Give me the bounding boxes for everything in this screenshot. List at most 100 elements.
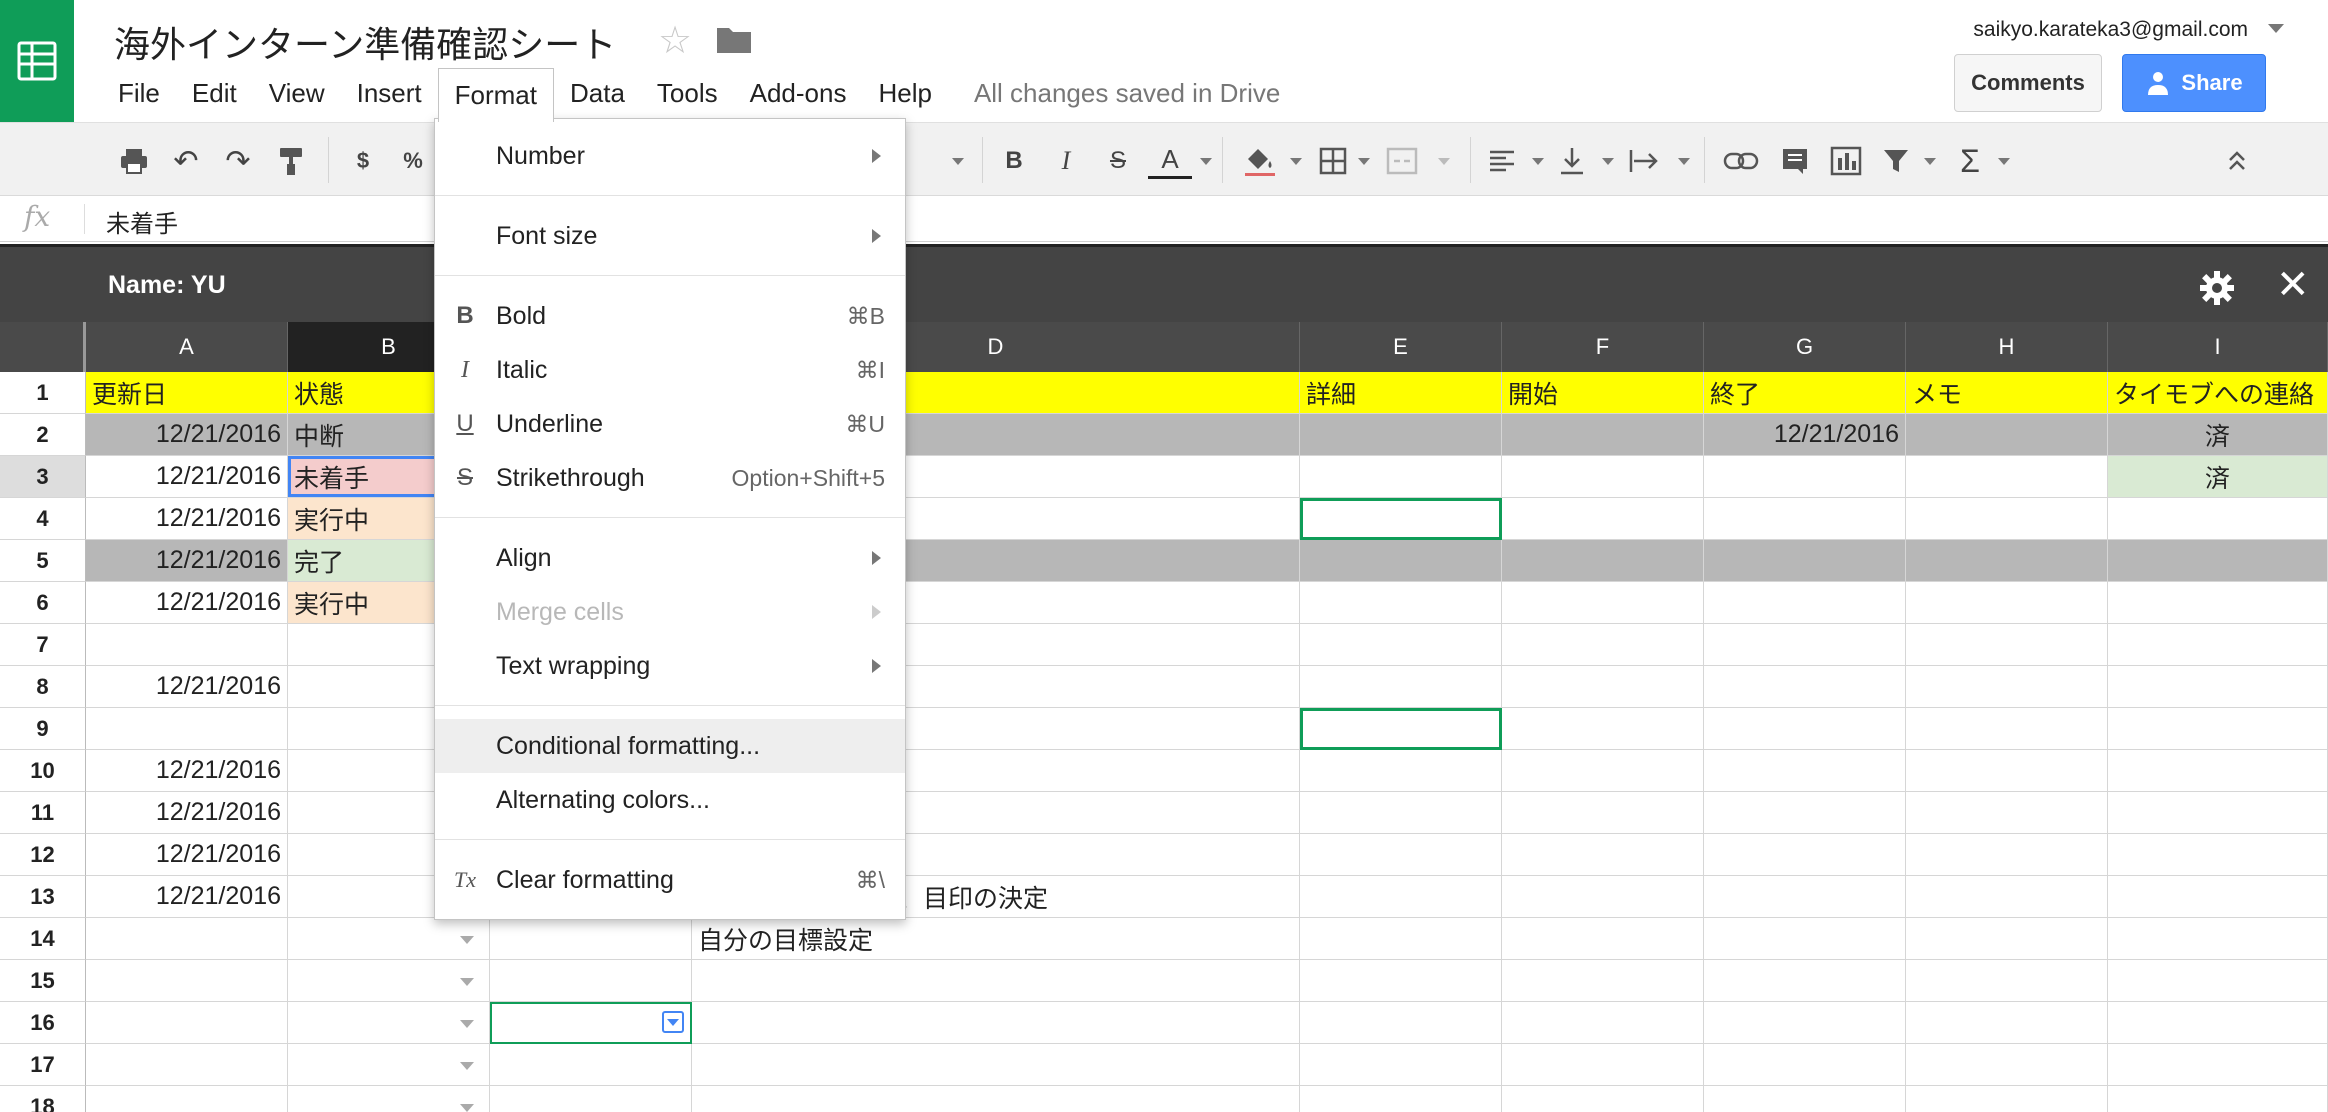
cell-f18[interactable] bbox=[1502, 1086, 1704, 1112]
link-icon[interactable] bbox=[1722, 143, 1760, 179]
cell-a17[interactable] bbox=[86, 1044, 288, 1086]
cell-h1[interactable]: メモ bbox=[1906, 372, 2108, 414]
cell-f13[interactable] bbox=[1502, 876, 1704, 918]
cell-g3[interactable] bbox=[1704, 456, 1906, 498]
share-button[interactable]: Share bbox=[2122, 54, 2266, 112]
valign-icon[interactable] bbox=[1556, 143, 1588, 179]
menu-item-bold[interactable]: B Bold ⌘B bbox=[435, 289, 905, 343]
cell-i13[interactable] bbox=[2108, 876, 2328, 918]
cell-a15[interactable] bbox=[86, 960, 288, 1002]
strikethrough-button[interactable]: S bbox=[1102, 143, 1134, 179]
cell-d14[interactable]: 自分の目標設定 bbox=[692, 918, 1300, 960]
comment-icon[interactable] bbox=[1778, 143, 1812, 179]
menu-view[interactable]: View bbox=[253, 68, 341, 118]
cell-e8[interactable] bbox=[1300, 666, 1502, 708]
cell-h15[interactable] bbox=[1906, 960, 2108, 1002]
row-header[interactable]: 9 bbox=[0, 708, 86, 750]
column-header-f[interactable]: F bbox=[1502, 322, 1704, 372]
row-header[interactable]: 1 bbox=[0, 372, 86, 414]
cell-a8[interactable]: 12/21/2016 bbox=[86, 666, 288, 708]
cell-i16[interactable] bbox=[2108, 1002, 2328, 1044]
menu-file[interactable]: File bbox=[102, 68, 176, 118]
cell-a16[interactable] bbox=[86, 1002, 288, 1044]
cell-f8[interactable] bbox=[1502, 666, 1704, 708]
document-title[interactable]: 海外インターン準備確認シート bbox=[114, 16, 616, 68]
row-header[interactable]: 12 bbox=[0, 834, 86, 876]
cell-a13[interactable]: 12/21/2016 bbox=[86, 876, 288, 918]
cell-g12[interactable] bbox=[1704, 834, 1906, 876]
cell-e6[interactable] bbox=[1300, 582, 1502, 624]
cell-f16[interactable] bbox=[1502, 1002, 1704, 1044]
cell-a5[interactable]: 12/21/2016 bbox=[86, 540, 288, 582]
align-caret-icon[interactable] bbox=[1526, 143, 1544, 179]
formula-input[interactable]: 未着手 bbox=[106, 204, 178, 239]
cell-i1[interactable]: タイモブへの連絡 bbox=[2108, 372, 2328, 414]
menu-item-alternating-colors[interactable]: Alternating colors... bbox=[435, 773, 905, 827]
percent-button[interactable]: % bbox=[398, 143, 428, 179]
cell-h10[interactable] bbox=[1906, 750, 2108, 792]
cell-g5[interactable] bbox=[1704, 540, 1906, 582]
cell-e2[interactable] bbox=[1300, 414, 1502, 456]
cell-f6[interactable] bbox=[1502, 582, 1704, 624]
font-size-caret-icon[interactable] bbox=[944, 143, 964, 179]
cell-h8[interactable] bbox=[1906, 666, 2108, 708]
cell-h4[interactable] bbox=[1906, 498, 2108, 540]
cell-g6[interactable] bbox=[1704, 582, 1906, 624]
borders-caret-icon[interactable] bbox=[1352, 143, 1370, 179]
functions-icon[interactable]: Σ bbox=[1954, 143, 1986, 179]
menu-item-clear-formatting[interactable]: Tx Clear formatting ⌘\ bbox=[435, 853, 905, 907]
cell-d17[interactable] bbox=[692, 1044, 1300, 1086]
cell-g17[interactable] bbox=[1704, 1044, 1906, 1086]
cell-c14[interactable] bbox=[490, 918, 692, 960]
menu-insert[interactable]: Insert bbox=[341, 68, 438, 118]
text-color-caret-icon[interactable] bbox=[1194, 143, 1212, 179]
row-header[interactable]: 4 bbox=[0, 498, 86, 540]
cell-h13[interactable] bbox=[1906, 876, 2108, 918]
cell-a11[interactable]: 12/21/2016 bbox=[86, 792, 288, 834]
row-header[interactable]: 15 bbox=[0, 960, 86, 1002]
save-status[interactable]: All changes saved in Drive bbox=[974, 78, 1280, 109]
cell-f10[interactable] bbox=[1502, 750, 1704, 792]
cell-d16[interactable] bbox=[692, 1002, 1300, 1044]
cell-h9[interactable] bbox=[1906, 708, 2108, 750]
cell-e14[interactable] bbox=[1300, 918, 1502, 960]
cell-e12[interactable] bbox=[1300, 834, 1502, 876]
row-header[interactable]: 13 bbox=[0, 876, 86, 918]
cell-f7[interactable] bbox=[1502, 624, 1704, 666]
cell-f11[interactable] bbox=[1502, 792, 1704, 834]
cell-f17[interactable] bbox=[1502, 1044, 1704, 1086]
cell-f2[interactable] bbox=[1502, 414, 1704, 456]
fill-caret-icon[interactable] bbox=[1284, 143, 1302, 179]
column-header-i[interactable]: I bbox=[2108, 322, 2328, 372]
sheets-logo-icon[interactable] bbox=[0, 0, 74, 122]
cell-a12[interactable]: 12/21/2016 bbox=[86, 834, 288, 876]
cell-h17[interactable] bbox=[1906, 1044, 2108, 1086]
cell-i5[interactable] bbox=[2108, 540, 2328, 582]
row-header[interactable]: 7 bbox=[0, 624, 86, 666]
borders-icon[interactable] bbox=[1316, 143, 1350, 179]
close-icon[interactable]: ✕ bbox=[2276, 265, 2310, 305]
cell-h11[interactable] bbox=[1906, 792, 2108, 834]
cell-g4[interactable] bbox=[1704, 498, 1906, 540]
cell-d18[interactable] bbox=[692, 1086, 1300, 1112]
cell-e18[interactable] bbox=[1300, 1086, 1502, 1112]
cell-a2[interactable]: 12/21/2016 bbox=[86, 414, 288, 456]
cell-f4[interactable] bbox=[1502, 498, 1704, 540]
align-icon[interactable] bbox=[1486, 143, 1518, 179]
cell-f15[interactable] bbox=[1502, 960, 1704, 1002]
cell-f1[interactable]: 開始 bbox=[1502, 372, 1704, 414]
row-header[interactable]: 10 bbox=[0, 750, 86, 792]
cell-g9[interactable] bbox=[1704, 708, 1906, 750]
menu-format[interactable]: Format bbox=[437, 68, 554, 122]
row-header[interactable]: 11 bbox=[0, 792, 86, 834]
cell-i18[interactable] bbox=[2108, 1086, 2328, 1112]
cell-g7[interactable] bbox=[1704, 624, 1906, 666]
cell-i12[interactable] bbox=[2108, 834, 2328, 876]
cell-i7[interactable] bbox=[2108, 624, 2328, 666]
paint-format-icon[interactable] bbox=[274, 143, 310, 179]
cell-a18[interactable] bbox=[86, 1086, 288, 1112]
row-header[interactable]: 3 bbox=[0, 456, 86, 498]
cell-dropdown-caret-icon[interactable] bbox=[460, 978, 474, 986]
row-header[interactable]: 14 bbox=[0, 918, 86, 960]
cell-h3[interactable] bbox=[1906, 456, 2108, 498]
